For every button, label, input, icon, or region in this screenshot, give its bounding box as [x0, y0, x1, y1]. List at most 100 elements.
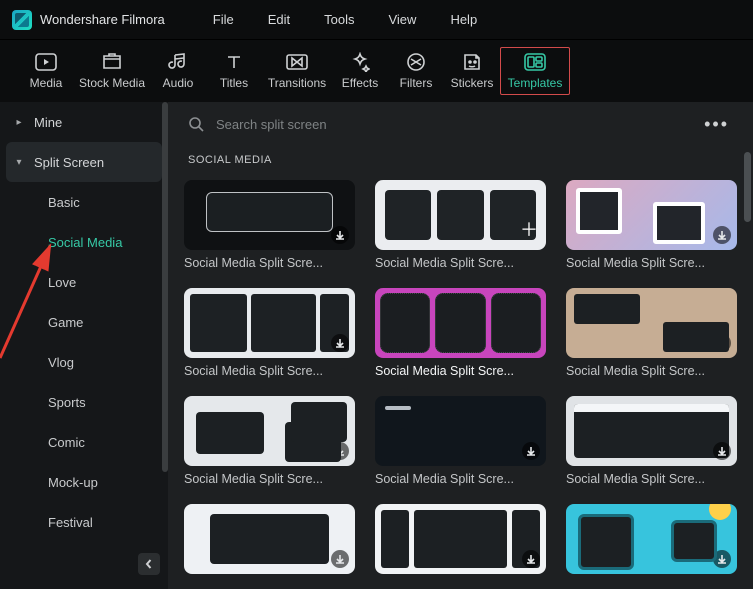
tab-media[interactable]: Media	[18, 48, 74, 94]
search-icon	[188, 116, 204, 132]
sidebar-item-festival[interactable]: Festival	[0, 502, 168, 542]
template-card[interactable]: Social Media Split Scre...	[375, 396, 546, 486]
templates-grid: Social Media Split Scre... ＋ Social Medi…	[168, 180, 753, 589]
tab-transitions[interactable]: Transitions	[262, 48, 332, 94]
template-card[interactable]	[375, 504, 546, 574]
content-scrollbar[interactable]	[744, 152, 751, 583]
sidebar-item-sports[interactable]: Sports	[0, 382, 168, 422]
template-label: Social Media Split Scre...	[375, 256, 546, 270]
tab-templates-label: Templates	[508, 76, 563, 90]
download-icon	[522, 550, 540, 568]
tab-filters-label: Filters	[400, 76, 433, 90]
download-icon	[713, 334, 731, 352]
tab-stickers[interactable]: Stickers	[444, 48, 500, 94]
media-icon	[34, 52, 58, 72]
main-menu: File Edit Tools View Help	[213, 12, 477, 27]
template-label: Social Media Split Scre...	[375, 472, 546, 486]
filters-icon	[404, 52, 428, 72]
template-card[interactable]: Social Media Split Scre...	[566, 396, 737, 486]
download-icon	[522, 442, 540, 460]
search-row: •••	[168, 102, 753, 146]
tab-titles[interactable]: Titles	[206, 48, 262, 94]
sidebar-item-comic[interactable]: Comic	[0, 422, 168, 462]
transitions-icon	[285, 52, 309, 72]
sidebar-cat-split-screen[interactable]: ▾ Split Screen	[6, 142, 162, 182]
chevron-down-icon: ▾	[14, 157, 24, 168]
template-card[interactable]	[566, 504, 737, 574]
template-thumbnail	[566, 288, 737, 358]
tab-effects-label: Effects	[342, 76, 378, 90]
sidebar-item-mockup[interactable]: Mock-up	[0, 462, 168, 502]
menu-file[interactable]: File	[213, 12, 234, 27]
stickers-icon	[460, 52, 484, 72]
template-thumbnail	[184, 288, 355, 358]
menu-help[interactable]: Help	[450, 12, 477, 27]
download-icon	[713, 550, 731, 568]
template-card[interactable]: Social Media Split Scre...	[375, 288, 546, 378]
templates-icon	[523, 52, 547, 72]
main-area: ▸ Mine ▾ Split Screen Basic Social Media…	[0, 102, 753, 589]
tab-audio[interactable]: Audio	[150, 48, 206, 94]
sidebar-cat-mine-label: Mine	[34, 115, 62, 130]
tab-titles-label: Titles	[220, 76, 248, 90]
template-thumbnail: ＋	[375, 180, 546, 250]
template-card[interactable]: Social Media Split Scre...	[566, 288, 737, 378]
template-thumbnail	[566, 396, 737, 466]
template-card[interactable]	[184, 504, 355, 574]
menu-edit[interactable]: Edit	[268, 12, 290, 27]
template-card[interactable]: Social Media Split Scre...	[184, 180, 355, 270]
download-icon	[331, 226, 349, 244]
sidebar-item-game[interactable]: Game	[0, 302, 168, 342]
collapse-sidebar-button[interactable]	[138, 553, 160, 575]
template-label: Social Media Split Scre...	[375, 364, 546, 378]
sidebar-cat-mine[interactable]: ▸ Mine	[0, 102, 168, 142]
template-thumbnail	[184, 504, 355, 574]
download-icon	[331, 442, 349, 460]
tab-media-label: Media	[30, 76, 63, 90]
download-icon	[331, 550, 349, 568]
template-card[interactable]: Social Media Split Scre...	[566, 180, 737, 270]
search-input[interactable]	[214, 116, 454, 133]
title-bar: Wondershare Filmora File Edit Tools View…	[0, 0, 753, 40]
template-card[interactable]: Social Media Split Scre...	[184, 288, 355, 378]
add-icon: ＋	[520, 216, 538, 242]
tab-templates[interactable]: Templates	[500, 47, 570, 95]
tab-stock-media-label: Stock Media	[79, 76, 145, 90]
download-icon	[713, 442, 731, 460]
menu-tools[interactable]: Tools	[324, 12, 354, 27]
sidebar-cat-split-label: Split Screen	[34, 155, 104, 170]
template-label: Social Media Split Scre...	[566, 472, 737, 486]
sidebar-item-love[interactable]: Love	[0, 262, 168, 302]
template-label: Social Media Split Scre...	[184, 472, 355, 486]
download-icon	[713, 226, 731, 244]
effects-icon	[348, 52, 372, 72]
chevron-right-icon: ▸	[14, 117, 24, 128]
template-thumbnail	[566, 180, 737, 250]
template-thumbnail	[375, 288, 546, 358]
section-title: SOCIAL MEDIA	[168, 146, 753, 180]
template-label: Social Media Split Scre...	[566, 256, 737, 270]
template-thumbnail	[375, 396, 546, 466]
tab-stickers-label: Stickers	[451, 76, 494, 90]
more-options-button[interactable]: •••	[700, 110, 733, 139]
tab-effects[interactable]: Effects	[332, 48, 388, 94]
template-card[interactable]: Social Media Split Scre...	[184, 396, 355, 486]
tab-transitions-label: Transitions	[268, 76, 326, 90]
template-label: Social Media Split Scre...	[566, 364, 737, 378]
app-logo-icon	[12, 10, 32, 30]
template-thumbnail	[184, 180, 355, 250]
audio-icon	[166, 52, 190, 72]
tab-audio-label: Audio	[163, 76, 194, 90]
download-icon	[331, 334, 349, 352]
sidebar-item-basic[interactable]: Basic	[0, 182, 168, 222]
tab-stock-media[interactable]: Stock Media	[74, 48, 150, 94]
sidebar-item-social-media[interactable]: Social Media	[0, 222, 168, 262]
app-name: Wondershare Filmora	[40, 12, 165, 27]
template-card[interactable]: ＋ Social Media Split Scre...	[375, 180, 546, 270]
content-panel: ••• SOCIAL MEDIA Social Media Split Scre…	[168, 102, 753, 589]
sidebar-subcategories: Basic Social Media Love Game Vlog Sports…	[0, 182, 168, 542]
menu-view[interactable]: View	[388, 12, 416, 27]
tab-filters[interactable]: Filters	[388, 48, 444, 94]
sidebar-item-vlog[interactable]: Vlog	[0, 342, 168, 382]
template-label: Social Media Split Scre...	[184, 256, 355, 270]
